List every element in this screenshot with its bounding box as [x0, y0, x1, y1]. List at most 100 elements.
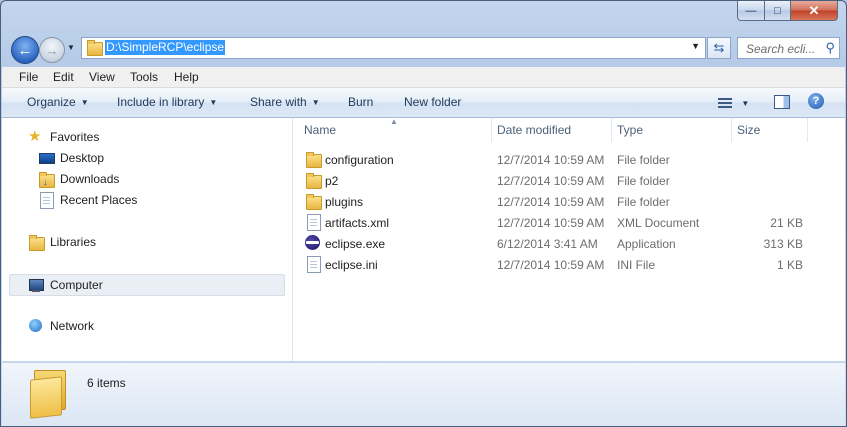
menu-bar: File Edit View Tools Help [2, 67, 845, 88]
file-list-scroll-track[interactable] [828, 118, 845, 361]
menu-edit[interactable]: Edit [53, 70, 74, 84]
ini-file-icon [305, 256, 321, 273]
sort-ascending-icon: ▲ [390, 117, 398, 126]
details-pane: 6 items [2, 362, 845, 426]
file-name: plugins [325, 195, 364, 209]
forward-arrow-icon: → [45, 42, 59, 58]
computer-icon [28, 277, 44, 293]
column-header-size[interactable]: Size [737, 123, 760, 137]
maximize-button[interactable]: □ [764, 1, 791, 21]
table-row[interactable]: plugins 12/7/2014 10:59 AM File folder [293, 191, 828, 212]
file-date: 12/7/2014 10:59 AM [497, 258, 605, 272]
command-bar: Organize ▼ Include in library ▼ Share with… [2, 88, 845, 118]
sidebar-item-desktop[interactable]: Desktop [38, 149, 104, 167]
column-separator[interactable] [491, 118, 492, 142]
share-with-button[interactable]: Share with ▼ [250, 95, 320, 109]
item-count: 6 items [87, 376, 126, 390]
file-name: configuration [325, 153, 394, 167]
sidebar-item-network[interactable]: Network [28, 317, 94, 335]
star-icon: ★ [28, 128, 42, 145]
folder-icon [305, 172, 322, 189]
chevron-down-icon: ▼ [741, 99, 750, 108]
organize-button[interactable]: Organize ▼ [27, 95, 89, 109]
address-bar[interactable]: D:\SimpleRCP\eclipse ▼ [81, 37, 706, 59]
chevron-down-icon: ▼ [80, 98, 89, 107]
file-date: 12/7/2014 10:59 AM [497, 195, 605, 209]
recent-places-icon [38, 192, 54, 209]
file-date: 12/7/2014 10:59 AM [497, 174, 605, 188]
organize-label: Organize [27, 95, 76, 109]
menu-help[interactable]: Help [174, 70, 199, 84]
include-in-library-button[interactable]: Include in library ▼ [117, 95, 217, 109]
file-name: eclipse.ini [325, 258, 378, 272]
table-row[interactable]: p2 12/7/2014 10:59 AM File folder [293, 170, 828, 191]
downloads-icon: ↓ [38, 171, 55, 188]
close-button[interactable]: ✕ [790, 1, 838, 21]
new-folder-button[interactable]: New folder [404, 95, 461, 109]
sidebar-item-label: Desktop [60, 151, 105, 165]
column-header-date-modified[interactable]: Date modified [497, 123, 571, 137]
back-button[interactable]: ← [11, 36, 39, 64]
menu-tools[interactable]: Tools [130, 70, 158, 84]
explorer-window: — □ ✕ ← → ▼ D:\SimpleRCP\eclipse ▼ ⇆ ⚲ F… [0, 0, 847, 427]
address-dropdown-icon[interactable]: ▼ [691, 41, 700, 51]
refresh-button[interactable]: ⇆ [707, 37, 731, 59]
table-row[interactable]: configuration 12/7/2014 10:59 AM File fo… [293, 149, 828, 170]
large-folder-icon [30, 370, 66, 419]
burn-button[interactable]: Burn [348, 95, 373, 109]
preview-pane-button[interactable] [774, 95, 790, 109]
file-type: File folder [617, 153, 670, 167]
file-size: 313 KB [763, 237, 803, 251]
table-row[interactable]: artifacts.xml 12/7/2014 10:59 AM XML Doc… [293, 212, 828, 233]
table-row[interactable]: eclipse.ini 12/7/2014 10:59 AM INI File … [293, 254, 828, 275]
folder-icon [86, 39, 103, 56]
column-separator[interactable] [807, 118, 808, 142]
search-input[interactable] [744, 40, 826, 58]
column-header-name[interactable]: Name [304, 123, 336, 137]
xml-file-icon [305, 214, 321, 231]
column-header-type[interactable]: Type [617, 123, 643, 137]
sidebar-item-computer[interactable]: Computer [28, 276, 103, 294]
include-in-library-label: Include in library [117, 95, 205, 109]
desktop-icon [38, 150, 55, 166]
table-row[interactable]: eclipse.exe 6/12/2014 3:41 AM Applicatio… [293, 233, 828, 254]
file-name: p2 [325, 174, 339, 188]
search-box[interactable]: ⚲ [737, 37, 840, 59]
column-separator[interactable] [611, 118, 612, 142]
details-view-icon [718, 98, 732, 108]
refresh-icon: ⇆ [713, 40, 725, 55]
sidebar-item-favorites[interactable]: ★ Favorites [28, 128, 99, 146]
file-size: 1 KB [776, 258, 803, 272]
file-date: 12/7/2014 10:59 AM [497, 216, 605, 230]
chevron-down-icon: ▼ [209, 98, 218, 107]
share-with-label: Share with [250, 95, 307, 109]
sidebar-item-libraries[interactable]: Libraries [28, 233, 96, 251]
sidebar-item-downloads[interactable]: ↓ Downloads [38, 170, 119, 188]
menu-view[interactable]: View [89, 70, 115, 84]
sidebar-item-recent-places[interactable]: Recent Places [38, 191, 137, 209]
file-name: eclipse.exe [325, 237, 386, 251]
sidebar-item-label: Recent Places [60, 193, 138, 207]
file-date: 12/7/2014 10:59 AM [497, 153, 605, 167]
navigation-pane: ★ Favorites Desktop ↓ Downloads Recent P… [2, 118, 292, 361]
column-separator[interactable] [731, 118, 732, 142]
sidebar-item-label: Libraries [50, 235, 97, 249]
file-name: artifacts.xml [325, 216, 390, 230]
address-path[interactable]: D:\SimpleRCP\eclipse [105, 40, 226, 55]
sidebar-item-label: Downloads [60, 172, 120, 186]
libraries-icon [28, 234, 45, 251]
folder-icon [305, 151, 322, 168]
sidebar-item-label: Network [50, 319, 95, 333]
view-options-button[interactable]: ▼ [718, 97, 749, 111]
sidebar-item-label: Computer [50, 278, 103, 292]
menu-file[interactable]: File [19, 70, 38, 84]
magnifier-icon[interactable]: ⚲ [825, 40, 835, 56]
file-type: INI File [617, 258, 656, 272]
sidebar-item-label: Favorites [50, 130, 100, 144]
forward-button[interactable]: → [39, 37, 65, 63]
minimize-button[interactable]: — [737, 1, 765, 21]
file-type: Application [617, 237, 676, 251]
recent-pages-dropdown[interactable]: ▼ [67, 43, 75, 52]
folder-icon [305, 193, 322, 210]
help-icon[interactable]: ? [808, 93, 824, 109]
